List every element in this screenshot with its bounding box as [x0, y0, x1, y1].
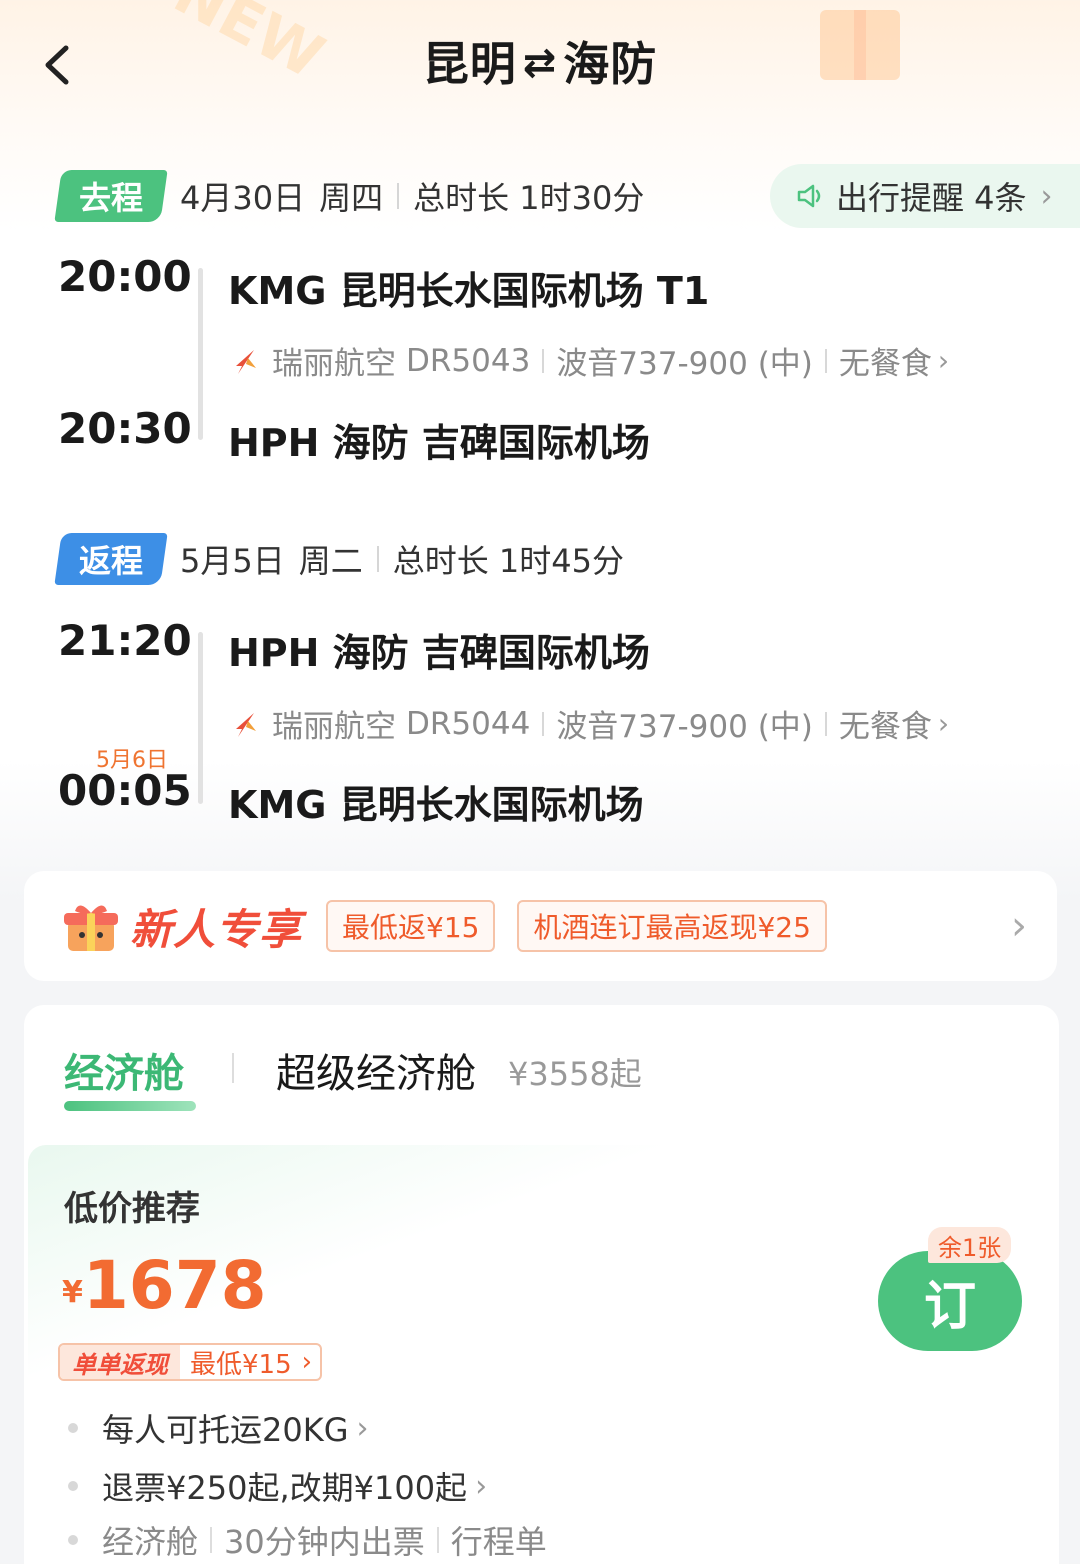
cashback-badge[interactable]: 单单返现 最低¥15 › — [58, 1343, 323, 1381]
chevron-right-icon: › — [356, 1410, 369, 1446]
cabin-class-text: 经济舱 — [102, 1523, 199, 1561]
return-arrival-time: 00:05 — [58, 766, 192, 815]
outbound-departure-airport: KMG 昆明长水国际机场 T1 — [228, 269, 710, 313]
divider — [210, 1527, 213, 1553]
return-date: 5月5日 — [180, 542, 285, 580]
promo-title: 新人专享 — [130, 904, 303, 954]
travel-reminder-button[interactable]: 出行提醒 4条 › — [770, 164, 1080, 228]
chevron-right-icon: › — [937, 707, 950, 740]
page-title: 昆明 ⇄ 海防 — [0, 28, 1080, 94]
airline-logo-icon — [236, 349, 256, 374]
divider — [436, 1527, 439, 1553]
outbound-arrival-time: 20:30 — [58, 404, 192, 453]
divider — [376, 546, 379, 572]
cashback-tag: 单单返现 — [60, 1345, 180, 1379]
aircraft-type: 波音737-900 (中) — [556, 709, 813, 745]
refund-rule[interactable]: 退票¥250起,改期¥100起 › — [68, 1463, 487, 1509]
baggage-rule[interactable]: 每人可托运20KG › — [68, 1405, 369, 1451]
flight-number: DR5044 — [406, 705, 531, 742]
airline-name: 瑞丽航空 — [272, 346, 396, 382]
divider — [542, 348, 545, 373]
meal-info: 无餐食 — [838, 346, 932, 382]
meal-info: 无餐食 — [838, 709, 932, 745]
fare-card: 低价推荐 ¥1678 单单返现 最低¥15 › 订 余1张 每人可托运20KG … — [28, 1145, 1055, 1564]
title-destination: 海防 — [563, 37, 658, 91]
return-weekday: 周二 — [298, 542, 363, 580]
new-user-promo-banner[interactable]: 新人专享 最低返¥15 机酒连订最高返现¥25 › — [24, 871, 1057, 981]
return-departure-time: 21:20 — [58, 616, 192, 665]
price-value: 1678 — [82, 1247, 267, 1324]
tab-premium-economy[interactable]: 超级经济舱 — [276, 1041, 476, 1099]
divider — [824, 711, 827, 736]
chevron-right-icon: › — [937, 344, 950, 377]
chevron-right-icon: › — [1011, 903, 1027, 949]
outbound-weekday: 周四 — [319, 179, 384, 217]
route-line — [198, 268, 203, 440]
outbound-header: 去程 4月30日 周四 总时长 1时30分 — [54, 170, 645, 222]
chevron-right-icon: › — [301, 1347, 313, 1377]
chevron-right-icon: › — [475, 1468, 488, 1504]
outbound-departure-time: 20:00 — [58, 252, 192, 301]
gift-mascot-icon — [64, 905, 118, 951]
seats-remaining-badge: 余1张 — [928, 1227, 1012, 1263]
flight-number: DR5043 — [406, 342, 531, 379]
return-arrival-airport: KMG 昆明长水国际机场 — [228, 783, 644, 827]
itinerary-text: 行程单 — [450, 1523, 547, 1561]
baggage-text: 每人可托运20KG — [102, 1411, 349, 1449]
return-departure-airport: HPH 海防 吉碑国际机场 — [228, 631, 650, 675]
cabin-panel: 经济舱 超级经济舱 ¥3558起 低价推荐 ¥1678 单单返现 最低¥15 ›… — [24, 1005, 1059, 1564]
airline-name: 瑞丽航空 — [272, 709, 396, 745]
divider — [542, 711, 545, 736]
return-header: 返程 5月5日 周二 总时长 1时45分 — [54, 533, 625, 585]
outbound-badge: 去程 — [54, 170, 168, 222]
divider — [824, 348, 827, 373]
return-badge: 返程 — [54, 533, 168, 585]
aircraft-type: 波音737-900 (中) — [556, 346, 813, 382]
route-line — [198, 632, 203, 804]
currency-symbol: ¥ — [62, 1275, 83, 1310]
title-origin: 昆明 — [422, 37, 517, 91]
outbound-date: 4月30日 — [180, 179, 306, 217]
return-duration: 总时长 1时45分 — [392, 542, 625, 580]
ticket-info: 经济舱 30分钟内出票 行程单 — [68, 1517, 547, 1563]
fare-label: 低价推荐 — [64, 1189, 200, 1229]
cashback-value: 最低¥15 — [190, 1349, 292, 1380]
active-tab-indicator — [64, 1101, 196, 1111]
book-button[interactable]: 订 — [878, 1251, 1022, 1351]
bullet — [68, 1423, 78, 1433]
promo-coupon: 机酒连订最高返现¥25 — [517, 900, 827, 952]
outbound-flight-info[interactable]: 瑞丽航空 DR5043 波音737-900 (中) 无餐食 › — [228, 338, 949, 383]
swap-arrows-icon: ⇄ — [522, 40, 558, 86]
chevron-right-icon: › — [1040, 178, 1053, 214]
divider — [232, 1053, 234, 1083]
issue-time-text: 30分钟内出票 — [224, 1523, 425, 1561]
header: NEW 昆明 ⇄ 海防 — [0, 0, 1080, 130]
airline-logo-icon — [236, 712, 256, 737]
fare-price: ¥1678 — [62, 1247, 267, 1324]
bullet — [68, 1481, 78, 1491]
reminder-label: 出行提醒 4条 — [836, 179, 1027, 217]
outbound-duration: 总时长 1时30分 — [413, 179, 645, 217]
speaker-icon — [797, 184, 821, 208]
promo-coupon: 最低返¥15 — [326, 900, 496, 952]
divider — [397, 183, 400, 209]
return-flight-info[interactable]: 瑞丽航空 DR5044 波音737-900 (中) 无餐食 › — [228, 701, 949, 746]
refund-text: 退票¥250起,改期¥100起 — [102, 1469, 468, 1507]
premium-economy-price: ¥3558起 — [508, 1055, 642, 1093]
tab-economy[interactable]: 经济舱 — [64, 1041, 184, 1099]
bullet — [68, 1535, 78, 1545]
outbound-arrival-airport: HPH 海防 吉碑国际机场 — [228, 421, 650, 465]
